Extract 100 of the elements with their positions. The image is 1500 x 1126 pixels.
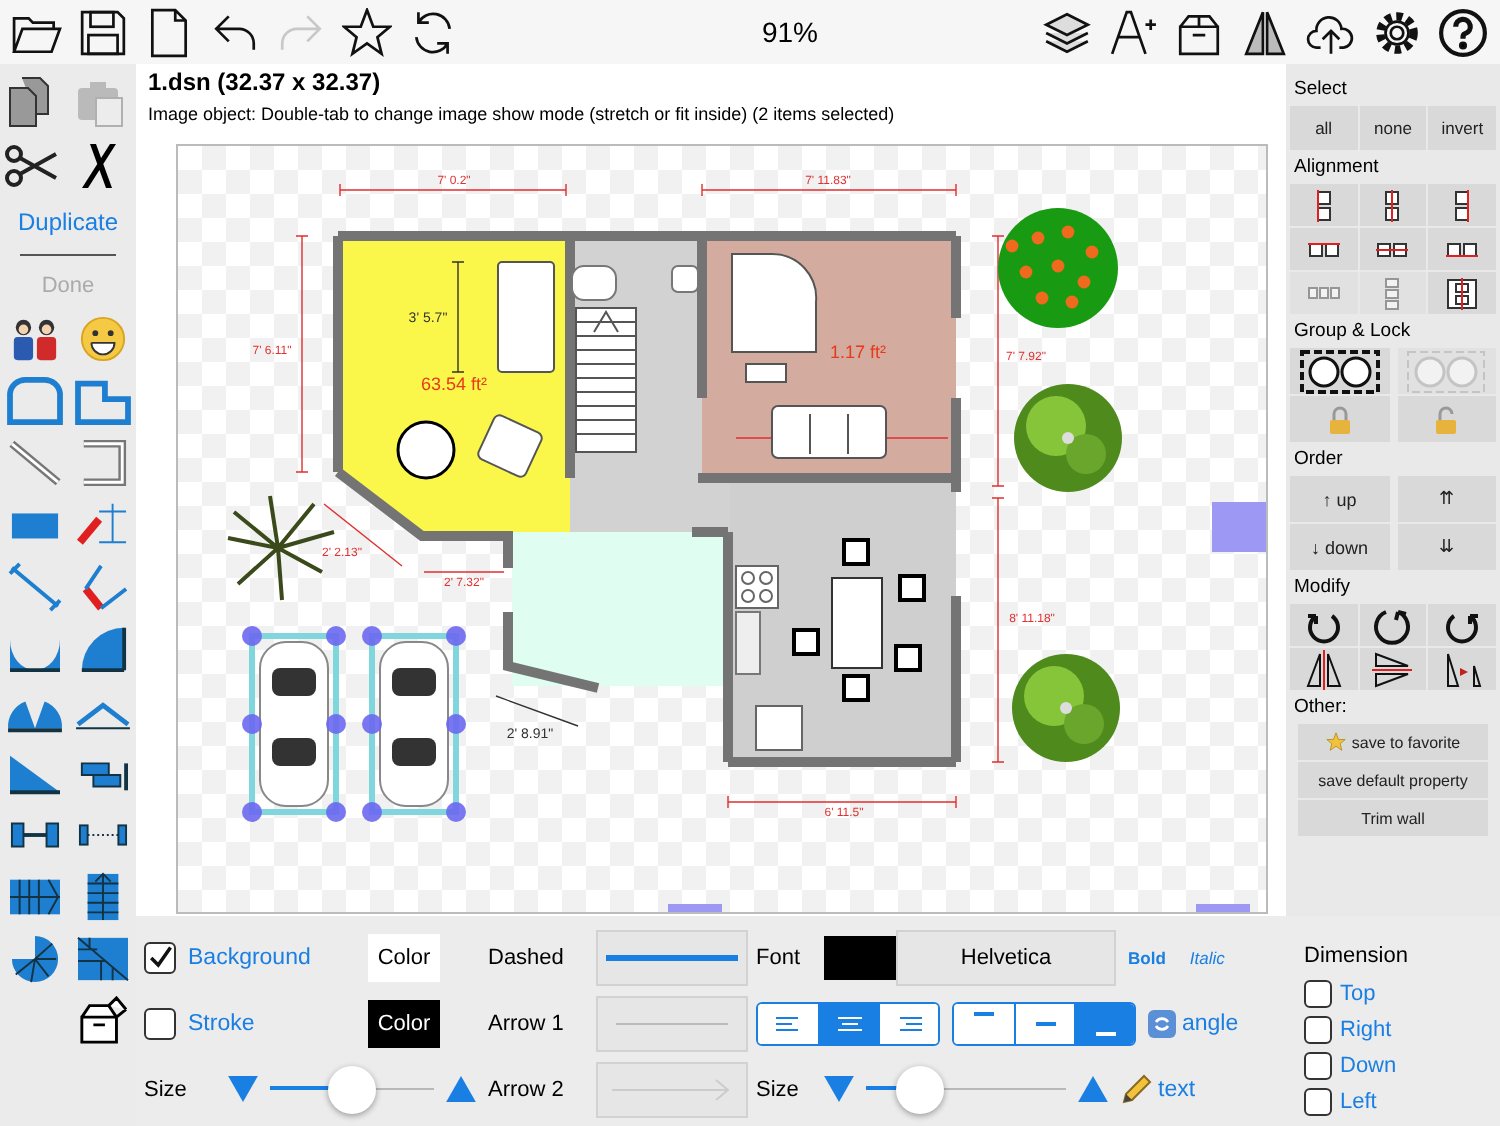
alignment-button[interactable] [1428, 272, 1496, 314]
diagonal-dimension-icon[interactable] [5, 562, 63, 612]
letter-plus-icon[interactable] [1108, 7, 1158, 57]
triangle-down-icon[interactable] [824, 1076, 854, 1102]
rotate-icon[interactable] [1148, 1009, 1176, 1037]
flip-triangles-icon [1372, 649, 1413, 689]
section-title: Alignment [1294, 156, 1381, 178]
color-button[interactable]: Color [368, 999, 440, 1047]
slider-thumb[interactable] [896, 1065, 944, 1113]
bed-drawing [497, 261, 555, 373]
flip-vertical-button[interactable] [1359, 648, 1427, 690]
size-label: Size [144, 1077, 189, 1101]
selection-frame[interactable] [362, 626, 466, 822]
tree-drawing [998, 208, 1118, 328]
line-preview[interactable] [596, 929, 748, 985]
order-button[interactable]: ⇊ [1397, 524, 1496, 570]
mirror-copy-button[interactable] [1428, 648, 1496, 690]
font-label: Font [756, 945, 803, 969]
diagonal-line-icon[interactable] [5, 438, 63, 488]
text-size-slider[interactable] [866, 1065, 1066, 1113]
toilet-drawing [571, 265, 617, 301]
star-icon [1325, 732, 1346, 752]
action-button[interactable]: save to favorite [1298, 724, 1488, 760]
align-left-button[interactable] [758, 1003, 818, 1043]
order-button[interactable]: ⇈ [1397, 476, 1496, 522]
checkbox[interactable] [1304, 1052, 1332, 1080]
align-bottom-button[interactable] [1074, 1003, 1134, 1043]
checkbox[interactable] [1304, 1016, 1332, 1044]
dining-table-drawing [831, 577, 883, 669]
help-icon[interactable] [1438, 7, 1488, 57]
checkbox[interactable] [144, 941, 176, 973]
layers-icon[interactable] [1042, 7, 1092, 57]
pencil-icon[interactable] [1120, 1073, 1152, 1105]
alignment-button[interactable] [1428, 228, 1496, 270]
checkbox[interactable] [144, 1007, 176, 1039]
action-button[interactable]: Trim wall [1298, 800, 1488, 836]
align-squares-icon [1446, 277, 1479, 309]
status-hint: Image object: Double-tab to change image show mode (stretch or fit inside) (2 items selected) [148, 104, 897, 124]
alignment-button[interactable] [1290, 228, 1358, 270]
alignment-button[interactable] [1428, 184, 1496, 226]
settings-icon[interactable] [1372, 7, 1422, 57]
alignment-button[interactable] [1290, 184, 1358, 226]
save-icon[interactable] [78, 7, 128, 57]
flip-triangles-icon [1303, 649, 1344, 689]
font-name-field[interactable]: Helvetica [896, 929, 1116, 985]
kitchen-sink-drawing [735, 611, 761, 675]
flip-horizontal-button[interactable] [1290, 648, 1358, 690]
select-button[interactable]: none [1359, 106, 1427, 150]
rotate-arrow-icon [1372, 605, 1413, 645]
section-title: Select [1294, 78, 1349, 100]
align-center-button[interactable] [818, 1003, 878, 1043]
chair-drawing [894, 644, 922, 672]
arch-outline-icon[interactable] [5, 376, 63, 426]
area-label: 63.54 ft² [420, 374, 488, 394]
action-button[interactable]: save default property [1298, 762, 1488, 798]
rotate-around-button[interactable] [1359, 604, 1427, 646]
checkbox[interactable] [1304, 980, 1332, 1008]
sink-drawing [671, 265, 699, 293]
line-label: Arrow 2 [488, 1077, 566, 1101]
text-lines-icon [774, 1013, 802, 1033]
select-button[interactable]: invert [1428, 106, 1496, 150]
select-button[interactable]: all [1290, 106, 1358, 150]
dimension-title: Dimension [1304, 944, 1410, 968]
mirror-triangles-icon[interactable] [1240, 7, 1290, 57]
corner-stairs-icon[interactable] [73, 934, 131, 984]
triangle-up-icon[interactable] [1078, 1076, 1108, 1102]
alignment-button[interactable] [1359, 184, 1427, 226]
rotate-right-button[interactable] [1428, 604, 1496, 646]
triangle-up-icon[interactable] [446, 1076, 476, 1102]
section-title: Order [1294, 448, 1345, 470]
sofa-drawing [771, 405, 887, 459]
color-button[interactable]: Color [368, 933, 440, 981]
l-outline-icon[interactable] [73, 376, 131, 426]
thin-line-icon [612, 1019, 732, 1027]
order-button[interactable]: ↑ up [1290, 476, 1389, 522]
padlock-icon [1327, 405, 1352, 433]
scissors-icon[interactable] [4, 140, 60, 192]
size-slider[interactable] [270, 1065, 434, 1113]
slider-thumb[interactable] [328, 1065, 376, 1113]
scroll-indicator [1212, 502, 1266, 552]
font-color-swatch[interactable] [824, 935, 896, 979]
section-title: Group & Lock [1294, 320, 1413, 342]
rotate-left-button[interactable] [1290, 604, 1358, 646]
size-label: Size [756, 1077, 801, 1101]
order-button[interactable]: ↓ down [1290, 524, 1389, 570]
alignment-button[interactable] [1359, 228, 1427, 270]
selection-frame[interactable] [242, 626, 346, 822]
wall [503, 612, 600, 693]
padlock-icon [1434, 405, 1459, 433]
chair-drawing [842, 674, 870, 702]
align-top-button[interactable] [954, 1003, 1014, 1043]
chair-drawing [792, 628, 820, 656]
checkbox[interactable] [1304, 1088, 1332, 1116]
star-icon[interactable] [342, 7, 392, 57]
align-right-button[interactable] [878, 1003, 938, 1043]
slanted-dimension-icon[interactable] [73, 500, 131, 550]
triangle-down-icon[interactable] [228, 1076, 258, 1102]
line-label: Arrow 1 [488, 1011, 566, 1035]
align-middle-button[interactable] [1014, 1003, 1074, 1043]
group-button[interactable] [1290, 348, 1389, 394]
